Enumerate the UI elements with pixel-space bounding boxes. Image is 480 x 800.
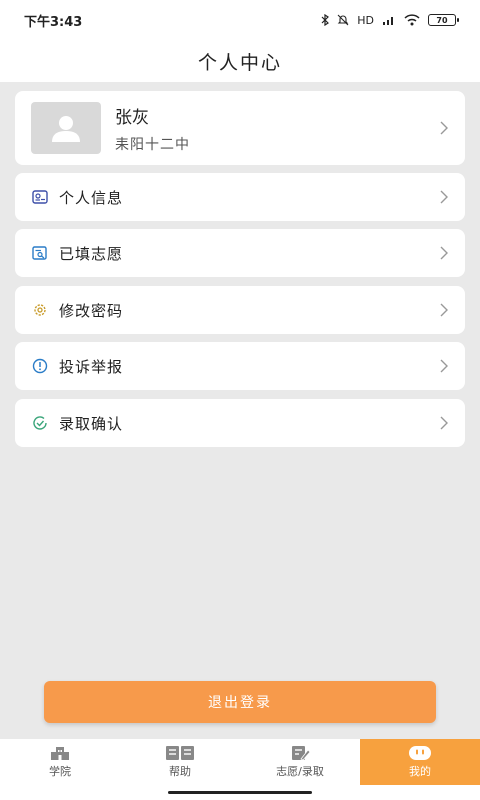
- form-search-icon: [31, 244, 49, 262]
- id-card-icon: [31, 188, 49, 206]
- menu-label: 修改密码: [59, 301, 124, 320]
- profile-info: 张灰 耒阳十二中: [115, 103, 190, 154]
- chevron-right-icon: [440, 359, 448, 373]
- menu-label: 投诉举报: [59, 357, 124, 376]
- menu-item-personal-info[interactable]: 个人信息: [15, 173, 465, 221]
- chevron-right-icon: [440, 303, 448, 317]
- tab-label: 学院: [49, 765, 71, 778]
- avatar: [31, 102, 101, 154]
- check-circle-icon: [31, 414, 49, 432]
- tab-college[interactable]: 学院: [0, 739, 120, 785]
- chevron-right-icon: [440, 246, 448, 260]
- tab-help[interactable]: 帮助: [120, 739, 240, 785]
- menu-item-complaint[interactable]: 投诉举报: [15, 342, 465, 390]
- tab-mine[interactable]: 我的: [360, 739, 480, 785]
- profile-card[interactable]: 张灰 耒阳十二中: [15, 91, 465, 165]
- status-time: 下午3:43: [24, 14, 83, 30]
- system-nav-area: [0, 785, 480, 800]
- tab-label: 帮助: [169, 765, 191, 778]
- info-icon: [31, 357, 49, 375]
- chevron-right-icon: [440, 416, 448, 430]
- building-icon: [51, 747, 69, 760]
- user-placeholder-icon: [52, 116, 80, 142]
- book-icon: [166, 746, 194, 760]
- profile-name: 张灰: [115, 107, 149, 128]
- home-indicator[interactable]: [168, 791, 312, 794]
- menu-label: 个人信息: [59, 188, 124, 207]
- menu-item-filled-wishes[interactable]: 已填志愿: [15, 229, 465, 277]
- chevron-right-icon: [440, 121, 448, 135]
- mute-bell-icon: [337, 14, 349, 26]
- status-bar: 下午3:43 HD 70: [0, 0, 480, 40]
- signal-icon: [383, 17, 393, 25]
- profile-school: 耒阳十二中: [115, 136, 190, 153]
- menu-item-admission-confirm[interactable]: 录取确认: [15, 399, 465, 447]
- menu-label: 录取确认: [59, 414, 124, 433]
- page-title: 个人中心: [197, 51, 282, 74]
- battery-icon: 70: [428, 14, 459, 26]
- menu-item-change-password[interactable]: 修改密码: [15, 286, 465, 334]
- tab-label: 我的: [409, 765, 431, 778]
- bluetooth-icon: [321, 14, 330, 26]
- wifi-icon: [404, 14, 420, 26]
- battery-level: 70: [436, 15, 448, 25]
- edit-icon: [292, 746, 311, 761]
- page-header: 个人中心: [0, 40, 480, 82]
- network-type: HD: [357, 13, 374, 27]
- status-icons: HD 70: [321, 13, 459, 27]
- tab-label: 志愿/录取: [276, 765, 324, 778]
- chevron-right-icon: [440, 190, 448, 204]
- logout-button[interactable]: 退出登录: [44, 681, 436, 723]
- gear-icon: [31, 301, 49, 319]
- bottom-tab-bar: 学院 帮助 志愿/录取 我的: [0, 739, 480, 785]
- face-icon: [409, 746, 431, 760]
- menu-label: 已填志愿: [59, 244, 124, 263]
- tab-wishes-admission[interactable]: 志愿/录取: [240, 739, 360, 785]
